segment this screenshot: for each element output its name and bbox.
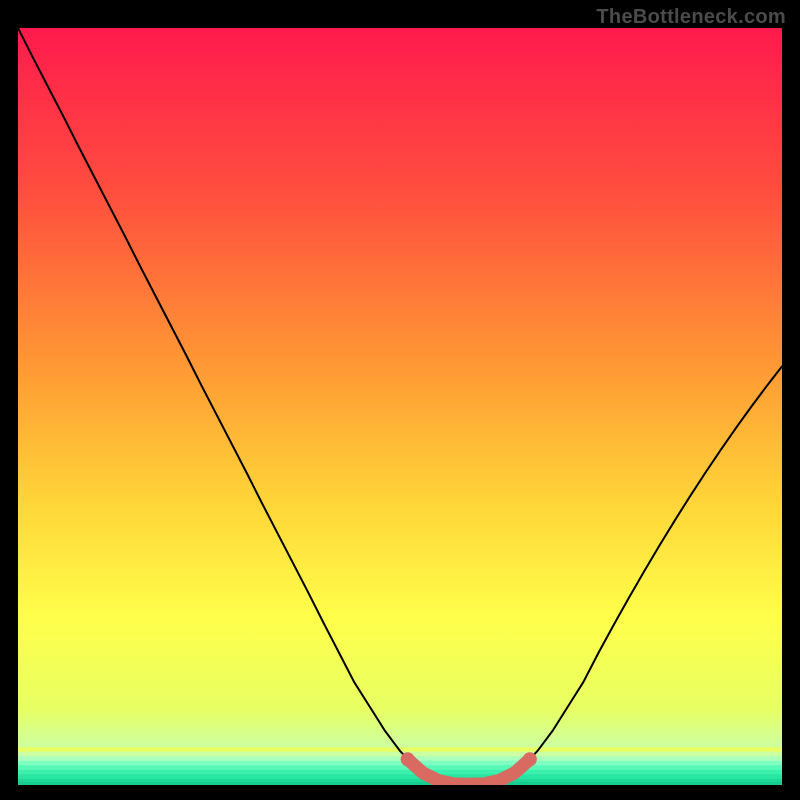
watermark-label: TheBottleneck.com — [596, 6, 786, 29]
highlight-end-right — [523, 752, 537, 766]
chart-plot — [18, 28, 782, 785]
highlight-end-left — [401, 752, 415, 766]
chart-frame: TheBottleneck.com — [0, 0, 800, 800]
chart-svg — [18, 28, 782, 785]
